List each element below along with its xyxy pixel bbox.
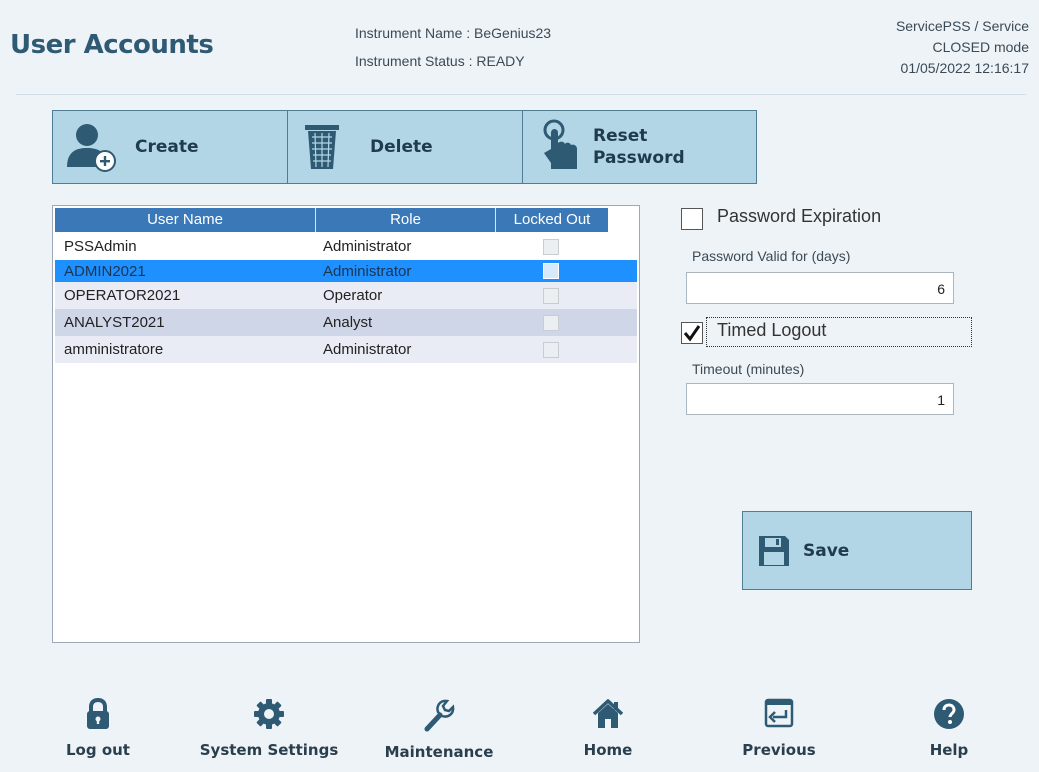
create-label: Create (135, 137, 199, 157)
current-mode: CLOSED mode (932, 39, 1029, 55)
table-row-selected[interactable]: ADMIN2021 Administrator (55, 260, 637, 282)
nav-previous-label: Previous (742, 741, 816, 759)
gear-icon (253, 698, 285, 735)
column-header-user-name[interactable]: User Name (55, 208, 316, 232)
nav-system-settings-label: System Settings (199, 741, 339, 759)
nav-maintenance[interactable]: Maintenance (380, 698, 498, 770)
delete-button[interactable]: Delete (288, 110, 523, 184)
locked-out-checkbox[interactable] (543, 287, 559, 304)
current-user: ServicePSS / Service (895, 18, 1029, 34)
nav-previous[interactable]: Previous (738, 698, 820, 770)
timeout-minutes-input[interactable]: 1 (686, 383, 954, 415)
role-cell: Operator (323, 287, 383, 304)
save-label: Save (803, 540, 850, 561)
locked-out-cell (538, 263, 564, 279)
nav-logout[interactable]: Log out (60, 697, 136, 770)
checkmark-icon (683, 325, 701, 342)
save-button[interactable]: Save (742, 511, 972, 590)
column-header-role[interactable]: Role (316, 208, 496, 232)
add-user-icon (63, 121, 121, 173)
wrench-icon (422, 698, 456, 737)
password-valid-label: Password Valid for (days) (692, 248, 851, 264)
session-info: ServicePSS / Service CLOSED mode 01/05/2… (896, 16, 1029, 79)
current-datetime: 01/05/2022 12:16:17 (900, 60, 1029, 76)
create-button[interactable]: Create (52, 110, 288, 184)
nav-home-label: Home (583, 741, 633, 759)
table-row[interactable]: ANALYST2021 Analyst (55, 309, 637, 336)
help-icon (933, 698, 965, 735)
reset-password-button[interactable]: Reset Password (523, 110, 757, 184)
header-divider (16, 94, 1026, 95)
password-expiration-checkbox[interactable] (681, 208, 703, 230)
column-header-locked-out[interactable]: Locked Out (496, 208, 609, 232)
locked-out-cell (538, 341, 564, 358)
reset-label-line2: Password (593, 148, 685, 168)
nav-maintenance-label: Maintenance (384, 743, 494, 761)
back-icon (762, 698, 796, 735)
delete-label: Delete (370, 137, 433, 157)
floppy-disk-icon (757, 534, 791, 568)
user-name-cell: ANALYST2021 (64, 314, 165, 331)
user-name-cell: OPERATOR2021 (64, 287, 181, 304)
password-expiration-label: Password Expiration (717, 206, 882, 226)
locked-out-cell (538, 287, 564, 304)
locked-out-checkbox[interactable] (543, 314, 559, 331)
trash-icon (302, 121, 342, 173)
locked-out-checkbox[interactable] (543, 263, 559, 279)
password-valid-days-input[interactable]: 6 (686, 272, 954, 304)
locked-out-cell (538, 238, 564, 255)
reset-label-line1: Reset (593, 126, 648, 146)
role-cell: Analyst (323, 314, 373, 331)
role-cell: Administrator (323, 262, 412, 280)
role-cell: Administrator (323, 238, 412, 255)
user-toolbar: Create Delete Reset Password (52, 110, 757, 184)
instrument-status: Instrument Status : READY (355, 53, 525, 69)
home-icon (592, 698, 624, 735)
users-table: User Name Role Locked Out PSSAdmin Admin… (52, 205, 640, 643)
nav-help-label: Help (929, 741, 969, 759)
timed-logout-label: Timed Logout (717, 320, 827, 340)
table-row[interactable]: OPERATOR2021 Operator (55, 282, 637, 309)
nav-home[interactable]: Home (574, 698, 642, 770)
table-row[interactable]: PSSAdmin Administrator (55, 233, 637, 260)
user-name-cell: ADMIN2021 (64, 262, 146, 280)
table-header: User Name Role Locked Out (55, 208, 609, 232)
table-body: PSSAdmin Administrator ADMIN2021 Adminis… (53, 233, 639, 363)
nav-help[interactable]: Help (914, 698, 984, 770)
locked-out-checkbox[interactable] (543, 341, 559, 358)
timed-logout-checkbox[interactable] (681, 322, 703, 344)
timeout-label: Timeout (minutes) (692, 361, 805, 377)
user-name-cell: amministratore (64, 341, 164, 358)
user-name-cell: PSSAdmin (64, 238, 137, 255)
nav-logout-label: Log out (66, 741, 130, 759)
page-title: User Accounts (10, 30, 214, 60)
instrument-name: Instrument Name : BeGenius23 (355, 25, 552, 41)
tap-icon (541, 119, 581, 175)
role-cell: Administrator (323, 341, 412, 358)
locked-out-checkbox[interactable] (543, 238, 559, 255)
table-row[interactable]: amministratore Administrator (55, 336, 637, 363)
nav-system-settings[interactable]: System Settings (196, 698, 342, 770)
lock-icon (84, 697, 112, 735)
locked-out-cell (538, 314, 564, 331)
reset-password-label: Reset Password (593, 125, 685, 169)
